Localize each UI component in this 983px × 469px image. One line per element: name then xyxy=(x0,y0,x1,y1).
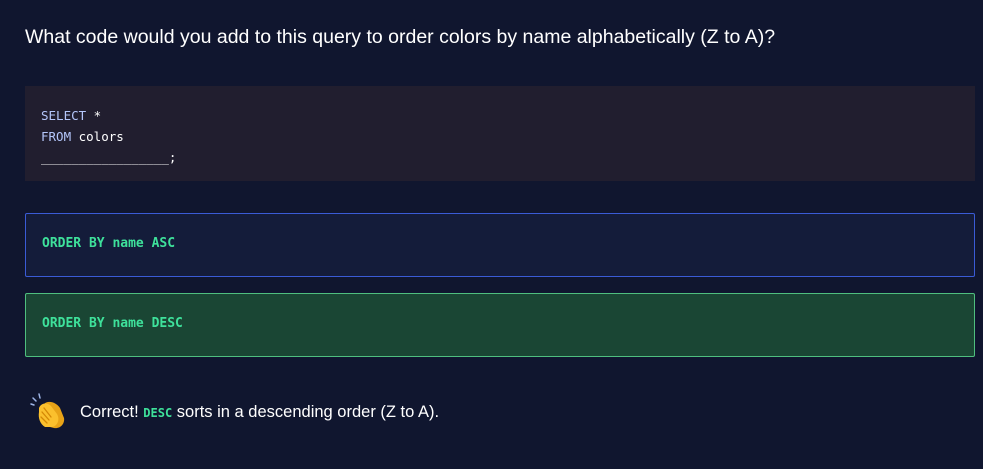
answer-option-label: ORDER BY name ASC xyxy=(42,236,176,251)
select-keyword: SELECT xyxy=(41,108,87,123)
from-keyword: FROM xyxy=(41,129,72,144)
feedback-message: Correct! DESC sorts in a descending orde… xyxy=(30,392,439,432)
answer-option-asc[interactable]: ORDER BY name ASC xyxy=(25,213,975,277)
question-text: What code would you add to this query to… xyxy=(25,26,776,48)
answer-option-label: ORDER BY name DESC xyxy=(42,316,183,331)
code-blank-line: _________________; xyxy=(41,150,177,165)
feedback-suffix: sorts in a descending order (Z to A). xyxy=(176,402,440,421)
feedback-code: DESC xyxy=(143,405,173,420)
table-name: colors xyxy=(71,129,124,144)
code-line-from: FROM colors xyxy=(41,126,959,147)
code-line-select: SELECT * xyxy=(41,105,959,126)
feedback-prefix: Correct! xyxy=(80,402,139,421)
select-columns: * xyxy=(86,108,102,123)
code-block: SELECT * FROM colors _________________; xyxy=(25,86,975,181)
feedback-text: Correct! DESC sorts in a descending orde… xyxy=(80,403,439,422)
answer-option-desc[interactable]: ORDER BY name DESC xyxy=(25,293,975,357)
clapping-hands-icon xyxy=(30,392,70,432)
